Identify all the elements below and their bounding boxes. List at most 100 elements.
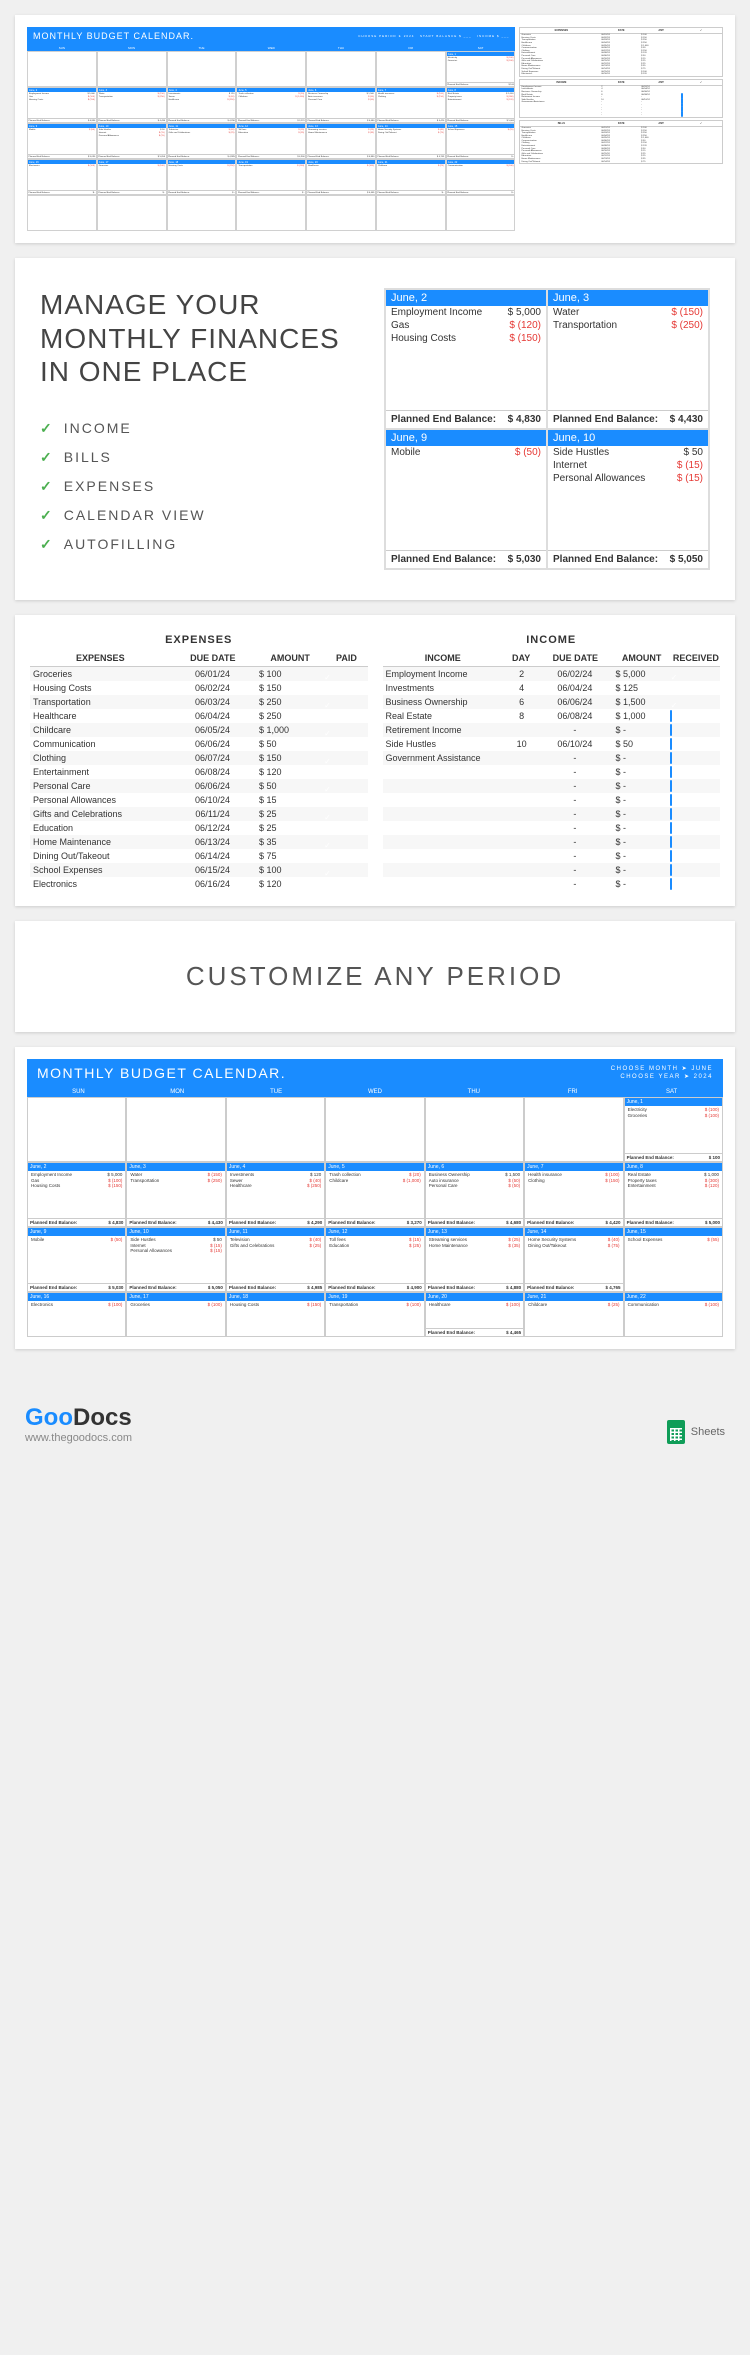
expense-row: Electronics06/16/24$ 120 — [30, 877, 368, 891]
expenses-title: EXPENSES — [30, 630, 368, 650]
hero-title: MONTHLY BUDGET CALENDAR. — [33, 31, 194, 41]
received-checkbox[interactable] — [670, 710, 672, 722]
income-row: -$ - — [383, 765, 721, 779]
footer: GooDocs www.thegoodocs.com Sheets — [0, 1364, 750, 1464]
bottom-calendar-cell: June, 16Electronics$ (100) — [27, 1292, 126, 1337]
bottom-calendar-cell — [524, 1097, 623, 1162]
expense-row: Clothing06/07/24$ 150 — [30, 751, 368, 765]
income-table: INCOME INCOMEDAYDUE DATEAMOUNTRECEIVED E… — [383, 630, 721, 891]
received-checkbox[interactable] — [670, 766, 672, 778]
expense-row: Gifts and Celebrations06/11/24$ 25 — [30, 807, 368, 821]
bottom-calendar-cell — [226, 1097, 325, 1162]
income-row: Employment Income206/02/24$ 5,000 — [383, 667, 721, 681]
bottom-calendar-cell: June, 6Business Ownership$ 1,500Auto ins… — [425, 1162, 524, 1227]
bottom-calendar-cell: June, 17Groceries$ (100) — [126, 1292, 225, 1337]
bottom-calendar-cell: June, 1Electricity$ (100)Groceries$ (100… — [624, 1097, 723, 1162]
goodocs-logo: GooDocs — [25, 1404, 132, 1432]
features-heading: MANAGE YOUR MONTHLY FINANCES IN ONE PLAC… — [40, 288, 364, 389]
expense-row: Personal Allowances06/10/24$ 15 — [30, 793, 368, 807]
expense-row: Communication06/06/24$ 50 — [30, 737, 368, 751]
features-list: INCOMEBILLSEXPENSESCALENDAR VIEWAUTOFILL… — [40, 414, 364, 559]
feature-item: CALENDAR VIEW — [40, 501, 364, 530]
received-checkbox[interactable] — [670, 780, 672, 792]
bottom-calendar-cell — [425, 1097, 524, 1162]
received-checkbox[interactable] — [670, 738, 672, 750]
bottom-calendar-cell — [126, 1097, 225, 1162]
expense-row: Entertainment06/08/24$ 120 — [30, 765, 368, 779]
income-row: Side Hustles1006/10/24$ 50 — [383, 737, 721, 751]
bottom-calendar-cell: June, 7Health insurance$ (100)Clothing$ … — [524, 1162, 623, 1227]
calendar-sample-cell: June, 3Water$ (150)Transportation$ (250)… — [547, 289, 709, 429]
footer-url: www.thegoodocs.com — [25, 1432, 132, 1444]
income-row: Business Ownership606/06/24$ 1,500 — [383, 695, 721, 709]
expense-row: Healthcare06/04/24$ 250 — [30, 709, 368, 723]
income-row: -$ - — [383, 807, 721, 821]
bottom-calendar-cell: June, 18Housing Costs$ (150) — [226, 1292, 325, 1337]
bottom-calendar-cell: June, 10Side Hustles$ 50Internet$ (15)Pe… — [126, 1227, 225, 1292]
received-checkbox[interactable] — [670, 850, 672, 862]
expense-row: Housing Costs06/02/24$ 150 — [30, 681, 368, 695]
received-checkbox[interactable] — [670, 752, 672, 764]
bottom-day-header: SUNMONTUEWEDTHUFRISAT — [27, 1087, 723, 1097]
income-row: Retirement Income-$ - — [383, 723, 721, 737]
received-checkbox[interactable] — [670, 864, 672, 876]
feature-item: BILLS — [40, 443, 364, 472]
bottom-calendar-cell: June, 19Transportation$ (100) — [325, 1292, 424, 1337]
calendar-grid: June, 1Electricity$ (100)Groceries$ (100… — [27, 51, 515, 231]
bottom-calendar-cell: June, 5Trash collection$ (20)Childcare$ … — [325, 1162, 424, 1227]
bottom-calendar-cell: June, 12Toll fees$ (15)Education$ (25)Pl… — [325, 1227, 424, 1292]
feature-calendar-sample: June, 2Employment Income$ 5,000Gas$ (120… — [384, 288, 710, 570]
income-row: -$ - — [383, 835, 721, 849]
expense-row: Education06/12/24$ 25 — [30, 821, 368, 835]
customize-heading-section: CUSTOMIZE ANY PERIOD — [15, 921, 735, 1032]
bottom-calendar-cell: June, 14Home Security Systems$ (40)Dinin… — [524, 1227, 623, 1292]
received-checkbox[interactable] — [670, 822, 672, 834]
expense-row: Dining Out/Takeout06/14/24$ 75 — [30, 849, 368, 863]
features-section: MANAGE YOUR MONTHLY FINANCES IN ONE PLAC… — [15, 258, 735, 600]
income-row: Real Estate806/08/24$ 1,000 — [383, 709, 721, 723]
side-panels: EXPENSESDATEAMT✓Groceries06/01/24$ 100Ho… — [519, 27, 723, 231]
expense-row: Personal Care06/06/24$ 50 — [30, 779, 368, 793]
expense-row: Transportation06/03/24$ 250 — [30, 695, 368, 709]
received-checkbox[interactable] — [670, 808, 672, 820]
expense-row: Childcare06/05/24$ 1,000 — [30, 723, 368, 737]
received-checkbox[interactable] — [670, 878, 672, 890]
income-row: -$ - — [383, 779, 721, 793]
expenses-table: EXPENSES EXPENSESDUE DATEAMOUNTPAID Groc… — [30, 630, 368, 891]
received-checkbox[interactable] — [670, 724, 672, 736]
income-row: Government Assistance-$ - — [383, 751, 721, 765]
calendar-sample-cell: June, 9Mobile$ (50)Planned End Balance:$… — [385, 429, 547, 569]
income-row: -$ - — [383, 849, 721, 863]
calendar-sample-cell: June, 2Employment Income$ 5,000Gas$ (120… — [385, 289, 547, 429]
sheets-icon — [667, 1420, 685, 1444]
income-row: -$ - — [383, 821, 721, 835]
hero-controls: CHOOSE PERIOD ➤ 2024 START BALANCE $ ___… — [358, 34, 509, 38]
received-checkbox[interactable] — [670, 836, 672, 848]
bottom-calendar-cell: June, 4Investments$ 120Sewer$ (40)Health… — [226, 1162, 325, 1227]
bottom-calendar-cell: June, 8Real Estate$ 1,000Property taxes$… — [624, 1162, 723, 1227]
bottom-calendar-cell: June, 11Television$ (40)Gifts and Celebr… — [226, 1227, 325, 1292]
bottom-calendar-cell: June, 13Streaming services$ (25)Home Mai… — [425, 1227, 524, 1292]
calendar-sample-cell: June, 10Side Hustles$ 50Internet$ (15)Pe… — [547, 429, 709, 569]
income-row: Investments406/04/24$ 125 — [383, 681, 721, 695]
feature-item: INCOME — [40, 414, 364, 443]
income-row: -$ - — [383, 877, 721, 891]
feature-item: EXPENSES — [40, 472, 364, 501]
tables-section: EXPENSES EXPENSESDUE DATEAMOUNTPAID Groc… — [15, 615, 735, 906]
income-title: INCOME — [383, 630, 721, 650]
bottom-calendar-cell — [325, 1097, 424, 1162]
bottom-calendar-grid: June, 1Electricity$ (100)Groceries$ (100… — [27, 1097, 723, 1337]
bottom-calendar-preview: MONTHLY BUDGET CALENDAR. CHOOSE MONTH ➤ … — [15, 1047, 735, 1349]
bottom-calendar-cell — [27, 1097, 126, 1162]
expense-row: School Expenses06/15/24$ 100 — [30, 863, 368, 877]
bottom-calendar-cell: June, 22Communication$ (100) — [624, 1292, 723, 1337]
received-checkbox[interactable] — [670, 794, 672, 806]
expense-row: Home Maintenance06/13/24$ 35 — [30, 835, 368, 849]
bottom-calendar-cell: June, 3Water$ (150)Transportation$ (250)… — [126, 1162, 225, 1227]
bottom-calendar-cell: June, 2Employment Income$ 5,000Gas$ (100… — [27, 1162, 126, 1227]
customize-heading: CUSTOMIZE ANY PERIOD — [15, 961, 735, 992]
bottom-calendar-cell: June, 15School Expenses$ (55) — [624, 1227, 723, 1292]
bottom-calendar-cell: June, 21Childcare$ (25) — [524, 1292, 623, 1337]
feature-item: AUTOFILLING — [40, 530, 364, 559]
income-row: -$ - — [383, 793, 721, 807]
